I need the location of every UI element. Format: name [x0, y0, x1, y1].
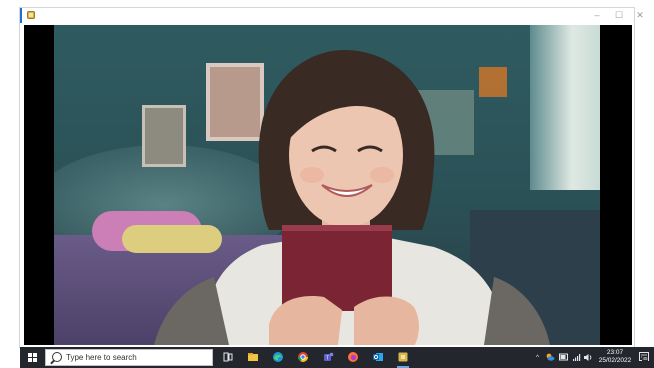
search-icon	[52, 352, 62, 362]
edge-icon[interactable]	[272, 351, 284, 363]
close-button[interactable]: ✕	[630, 8, 650, 23]
system-clock[interactable]: 23:07 25/02/2022	[595, 349, 635, 365]
woman-with-passport	[154, 50, 550, 345]
minimize-button[interactable]: –	[586, 8, 608, 23]
video-player-window: – ☐ ✕	[20, 8, 644, 347]
search-placeholder: Type here to search	[66, 353, 137, 362]
teams-icon[interactable]: T	[322, 351, 334, 363]
task-view-icon[interactable]	[222, 351, 234, 363]
weather-icon[interactable]	[545, 352, 555, 362]
file-explorer-icon[interactable]	[247, 351, 259, 363]
maximize-button[interactable]: ☐	[608, 8, 630, 23]
firefox-icon[interactable]	[347, 351, 359, 363]
outlook-icon[interactable]	[372, 351, 384, 363]
chrome-icon[interactable]	[297, 351, 309, 363]
clock-date: 25/02/2022	[598, 357, 632, 364]
media-player-icon[interactable]	[397, 351, 409, 363]
notification-center[interactable]: 45	[639, 352, 649, 362]
clock-time: 23:07	[606, 349, 624, 356]
window-accent-edge	[20, 8, 22, 23]
taskbar-search-box[interactable]: Type here to search	[45, 349, 213, 366]
volume-icon[interactable]	[583, 353, 593, 362]
video-frame[interactable]	[24, 25, 632, 345]
app-icon[interactable]	[27, 11, 35, 19]
battery-icon[interactable]	[559, 353, 569, 361]
video-scene	[54, 25, 600, 345]
svg-text:T: T	[326, 356, 329, 362]
network-icon[interactable]	[572, 353, 581, 362]
tray-chevron-icon[interactable]: ^	[536, 347, 539, 368]
taskbar: Type here to search T ^ 23:07 25/02/2022…	[20, 347, 654, 368]
start-button[interactable]	[28, 353, 38, 363]
notification-count-badge: 45	[642, 356, 649, 361]
title-bar[interactable]: – ☐ ✕	[20, 8, 644, 23]
